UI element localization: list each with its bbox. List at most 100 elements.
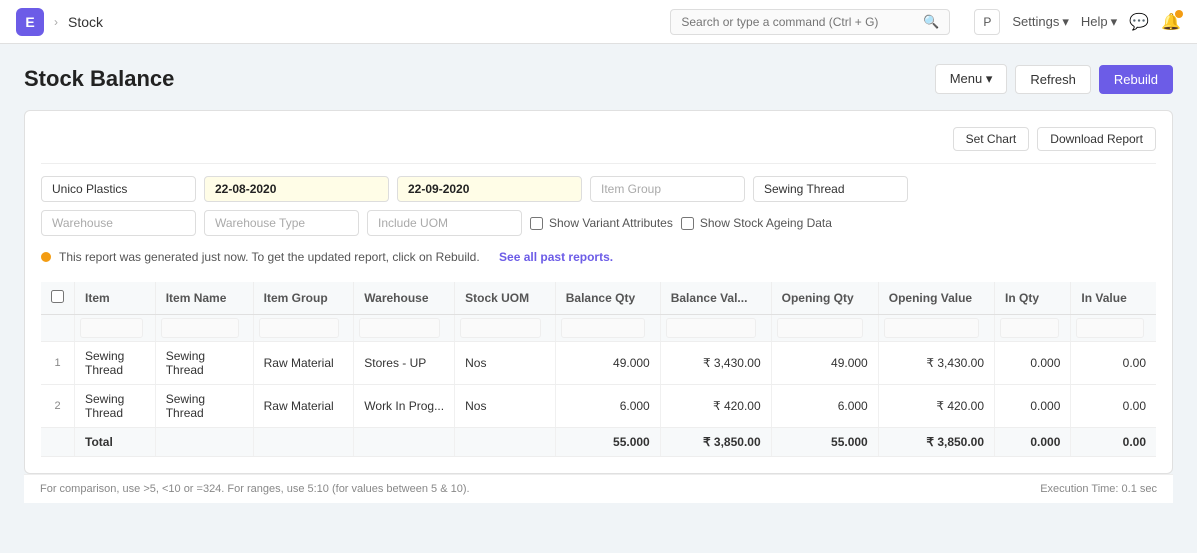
report-card: Set Chart Download Report Show Variant A… [24, 110, 1173, 474]
alert-message: This report was generated just now. To g… [59, 250, 480, 264]
cell-item-group: Raw Material [253, 385, 354, 428]
warehouse-type-filter[interactable] [204, 210, 359, 236]
breadcrumb-stock: Stock [68, 14, 103, 30]
col-item-group: Item Group [253, 282, 354, 315]
table-row: 2 Sewing Thread Sewing Thread Raw Materi… [41, 385, 1156, 428]
filter-cell-item-name[interactable] [161, 318, 239, 338]
filter-cell-opening-value[interactable] [884, 318, 979, 338]
item-group-filter[interactable] [590, 176, 745, 202]
table-filter-row [41, 315, 1156, 342]
filter-row-1 [41, 176, 1156, 202]
filter-cell-item[interactable] [80, 318, 143, 338]
execution-time: Execution Time: 0.1 sec [1040, 483, 1157, 495]
page-header: Stock Balance Menu ▾ Refresh Rebuild [24, 64, 1173, 94]
menu-button[interactable]: Menu ▾ [935, 64, 1008, 94]
show-ageing-group: Show Stock Ageing Data [681, 216, 832, 230]
cell-opening-qty: 49.000 [771, 342, 878, 385]
set-chart-button[interactable]: Set Chart [953, 127, 1030, 151]
show-variant-checkbox[interactable] [530, 217, 543, 230]
filter-cell-stock-uom[interactable] [460, 318, 541, 338]
filter-cell-balance-qty[interactable] [561, 318, 646, 338]
filter-cell-in-value[interactable] [1076, 318, 1143, 338]
select-all-checkbox[interactable] [51, 290, 64, 303]
warehouse-filter[interactable] [41, 210, 196, 236]
rebuild-button[interactable]: Rebuild [1099, 65, 1173, 94]
col-warehouse: Warehouse [354, 282, 455, 315]
col-in-value: In Value [1071, 282, 1156, 315]
include-uom-filter[interactable] [367, 210, 522, 236]
cell-stock-uom: Nos [455, 342, 556, 385]
filter-cell-warehouse[interactable] [359, 318, 440, 338]
cell-item-group: Raw Material [253, 342, 354, 385]
cell-in-qty: 0.000 [995, 342, 1071, 385]
stock-balance-table: Item Item Name Item Group Warehouse Stoc… [41, 282, 1156, 457]
cell-warehouse: Stores - UP [354, 342, 455, 385]
col-balance-val: Balance Val... [660, 282, 771, 315]
navbar: E › Stock 🔍 P Settings ▾ Help ▾ 💬 🔔 [0, 0, 1197, 44]
col-balance-qty: Balance Qty [555, 282, 660, 315]
total-in-qty: 0.000 [995, 428, 1071, 457]
footer-hint: For comparison, use >5, <10 or =324. For… [40, 483, 470, 495]
total-label: Total [75, 428, 156, 457]
global-search[interactable]: 🔍 [670, 9, 950, 35]
footer-bar: For comparison, use >5, <10 or =324. For… [24, 474, 1173, 503]
cell-opening-qty: 6.000 [771, 385, 878, 428]
col-opening-value: Opening Value [878, 282, 994, 315]
cell-in-qty: 0.000 [995, 385, 1071, 428]
cell-opening-value: ₹ 3,430.00 [878, 342, 994, 385]
show-variant-label: Show Variant Attributes [549, 216, 673, 230]
filter-cell-balance-val[interactable] [666, 318, 756, 338]
notifications-icon[interactable]: 💬 [1129, 12, 1149, 32]
cell-balance-qty: 6.000 [555, 385, 660, 428]
main-content: Stock Balance Menu ▾ Refresh Rebuild Set… [0, 44, 1197, 523]
table-footer: Total 55.000 ₹ 3,850.00 55.000 ₹ 3,850.0… [41, 428, 1156, 457]
cell-item: Sewing Thread [75, 342, 156, 385]
cell-balance-val: ₹ 3,430.00 [660, 342, 771, 385]
total-opening-value: ₹ 3,850.00 [878, 428, 994, 457]
bell-icon[interactable]: 🔔 [1161, 12, 1181, 32]
filter-cell-opening-qty[interactable] [777, 318, 863, 338]
cell-balance-qty: 49.000 [555, 342, 660, 385]
help-menu[interactable]: Help ▾ [1081, 14, 1117, 30]
app-icon: E [16, 8, 44, 36]
settings-menu[interactable]: Settings ▾ [1012, 14, 1069, 30]
show-ageing-label: Show Stock Ageing Data [700, 216, 832, 230]
report-toolbar: Set Chart Download Report [41, 127, 1156, 164]
report-alert: This report was generated just now. To g… [41, 244, 1156, 270]
filter-row-2: Show Variant Attributes Show Stock Agein… [41, 210, 1156, 236]
date-from-filter[interactable] [204, 176, 389, 202]
filter-cell-item-group[interactable] [259, 318, 340, 338]
item-name-filter[interactable] [753, 176, 908, 202]
breadcrumb-chevron: › [54, 15, 58, 29]
refresh-button[interactable]: Refresh [1015, 65, 1091, 94]
notification-badge [1175, 10, 1183, 18]
see-all-reports-link[interactable]: See all past reports. [499, 250, 613, 264]
col-item: Item [75, 282, 156, 315]
col-checkbox [41, 282, 75, 315]
total-opening-qty: 55.000 [771, 428, 878, 457]
col-item-name: Item Name [155, 282, 253, 315]
cell-item-name: Sewing Thread [155, 385, 253, 428]
alert-dot [41, 252, 51, 262]
page-title: Stock Balance [24, 66, 174, 92]
cell-item-name: Sewing Thread [155, 342, 253, 385]
show-variant-group: Show Variant Attributes [530, 216, 673, 230]
total-balance-qty: 55.000 [555, 428, 660, 457]
cell-stock-uom: Nos [455, 385, 556, 428]
table-wrapper: Item Item Name Item Group Warehouse Stoc… [41, 282, 1156, 457]
company-filter[interactable] [41, 176, 196, 202]
total-balance-val: ₹ 3,850.00 [660, 428, 771, 457]
row-index: 1 [41, 342, 75, 385]
col-opening-qty: Opening Qty [771, 282, 878, 315]
filter-cell-in-qty[interactable] [1000, 318, 1059, 338]
cell-item: Sewing Thread [75, 385, 156, 428]
table-body: 1 Sewing Thread Sewing Thread Raw Materi… [41, 342, 1156, 428]
profile-button[interactable]: P [974, 9, 1000, 35]
row-index: 2 [41, 385, 75, 428]
search-icon: 🔍 [923, 14, 939, 30]
show-ageing-checkbox[interactable] [681, 217, 694, 230]
download-report-button[interactable]: Download Report [1037, 127, 1156, 151]
search-input[interactable] [681, 15, 917, 29]
date-to-filter[interactable] [397, 176, 582, 202]
cell-warehouse: Work In Prog... [354, 385, 455, 428]
